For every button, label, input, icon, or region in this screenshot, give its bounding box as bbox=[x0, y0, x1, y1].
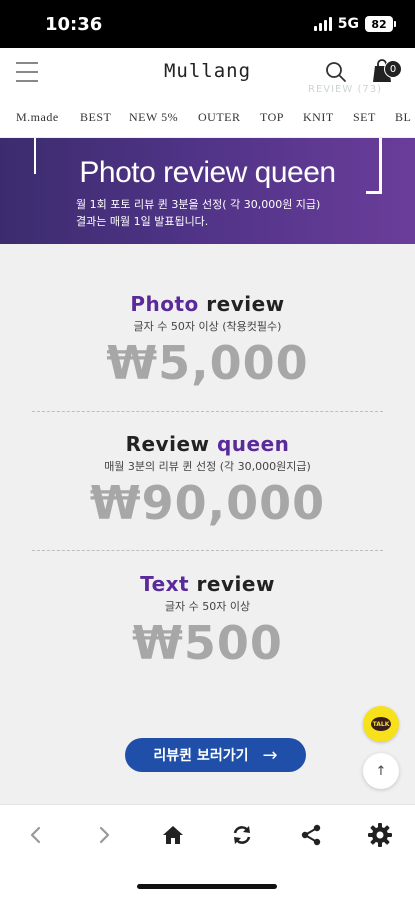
app-header: Mullang REVIEW (73) 0 bbox=[0, 48, 415, 100]
arrow-right-icon: → bbox=[262, 744, 278, 766]
banner-title: Photo review queen bbox=[79, 156, 336, 189]
status-indicators: 5G 82 bbox=[313, 16, 396, 32]
category-nav: M.made BEST NEW 5% OUTER TOP KNIT SET BL bbox=[0, 100, 415, 138]
brand-logo[interactable]: Mullang bbox=[0, 60, 415, 82]
nav-item-mmade[interactable]: M.made bbox=[16, 110, 59, 125]
settings-icon[interactable] bbox=[364, 819, 396, 851]
reward-amount: ₩90,000 bbox=[89, 476, 326, 530]
arrow-up-icon: ↑ bbox=[375, 763, 387, 779]
forward-icon[interactable] bbox=[88, 819, 120, 851]
section-title: Text review bbox=[32, 572, 383, 596]
section-description: 글자 수 50자 이상 (착용컷필수) bbox=[133, 320, 282, 333]
scroll-top-button[interactable]: ↑ bbox=[363, 753, 399, 789]
cart-count-badge: 0 bbox=[384, 60, 402, 78]
browser-toolbar bbox=[0, 804, 415, 864]
reward-content: Photo review 글자 수 50자 이상 (착용컷필수) ₩5,000 … bbox=[0, 244, 415, 804]
section-description: 매월 3분의 리뷰 퀸 선정 (각 30,000원지급) bbox=[104, 460, 311, 473]
banner-subtitle-1: 월 1회 포토 리뷰 퀸 3분을 선정( 각 30,000원 지급) bbox=[76, 198, 321, 211]
nav-item-knit[interactable]: KNIT bbox=[303, 110, 334, 125]
signal-icon bbox=[313, 17, 332, 31]
nav-item-top[interactable]: TOP bbox=[260, 110, 284, 125]
photo-review-section: Photo review 글자 수 50자 이상 (착용컷필수) ₩5,000 bbox=[32, 292, 383, 390]
title-rest: review bbox=[189, 572, 275, 596]
network-label: 5G bbox=[337, 16, 359, 32]
cta-label: 리뷰퀸 보러가기 bbox=[153, 748, 249, 764]
section-title: Review queen bbox=[32, 432, 383, 456]
title-rest: Review bbox=[125, 432, 217, 456]
home-icon[interactable] bbox=[157, 819, 189, 851]
text-review-section: Text review 글자 수 50자 이상 ₩500 bbox=[32, 572, 383, 670]
section-divider bbox=[32, 550, 383, 551]
nav-item-outer[interactable]: OUTER bbox=[198, 110, 241, 125]
view-review-queen-button[interactable]: 리뷰퀸 보러가기 → bbox=[125, 738, 306, 772]
section-description: 글자 수 50자 이상 bbox=[164, 600, 251, 613]
review-queen-section: Review queen 매월 3분의 리뷰 퀸 선정 (각 30,000원지급… bbox=[32, 432, 383, 530]
nav-item-new[interactable]: NEW 5% bbox=[129, 110, 178, 125]
search-icon[interactable] bbox=[324, 60, 348, 84]
section-title: Photo review bbox=[32, 292, 383, 316]
promo-banner: Photo review queen 월 1회 포토 리뷰 퀸 3분을 선정( … bbox=[0, 138, 415, 244]
reward-amount: ₩500 bbox=[132, 616, 283, 670]
kakao-talk-button[interactable]: TALK bbox=[363, 706, 399, 742]
back-icon[interactable] bbox=[20, 819, 52, 851]
battery-level: 82 bbox=[371, 17, 387, 31]
nav-item-set[interactable]: SET bbox=[353, 110, 376, 125]
kakao-talk-icon: TALK bbox=[371, 717, 391, 731]
refresh-icon[interactable] bbox=[226, 819, 258, 851]
banner-subtitle-2: 결과는 매월 1일 발표됩니다. bbox=[76, 215, 209, 228]
status-bar: 10:36 5G 82 bbox=[0, 0, 415, 48]
home-indicator bbox=[137, 884, 277, 889]
battery-icon: 82 bbox=[365, 16, 396, 32]
title-accent: queen bbox=[216, 432, 290, 456]
status-time: 10:36 bbox=[45, 14, 103, 35]
section-divider bbox=[32, 411, 383, 412]
nav-item-best[interactable]: BEST bbox=[80, 110, 111, 125]
nav-item-bl[interactable]: BL bbox=[395, 110, 411, 125]
reward-amount: ₩5,000 bbox=[106, 336, 309, 390]
title-accent: Text bbox=[140, 572, 190, 596]
title-rest: review bbox=[198, 292, 285, 316]
title-accent: Photo bbox=[130, 292, 199, 316]
share-icon[interactable] bbox=[295, 819, 327, 851]
